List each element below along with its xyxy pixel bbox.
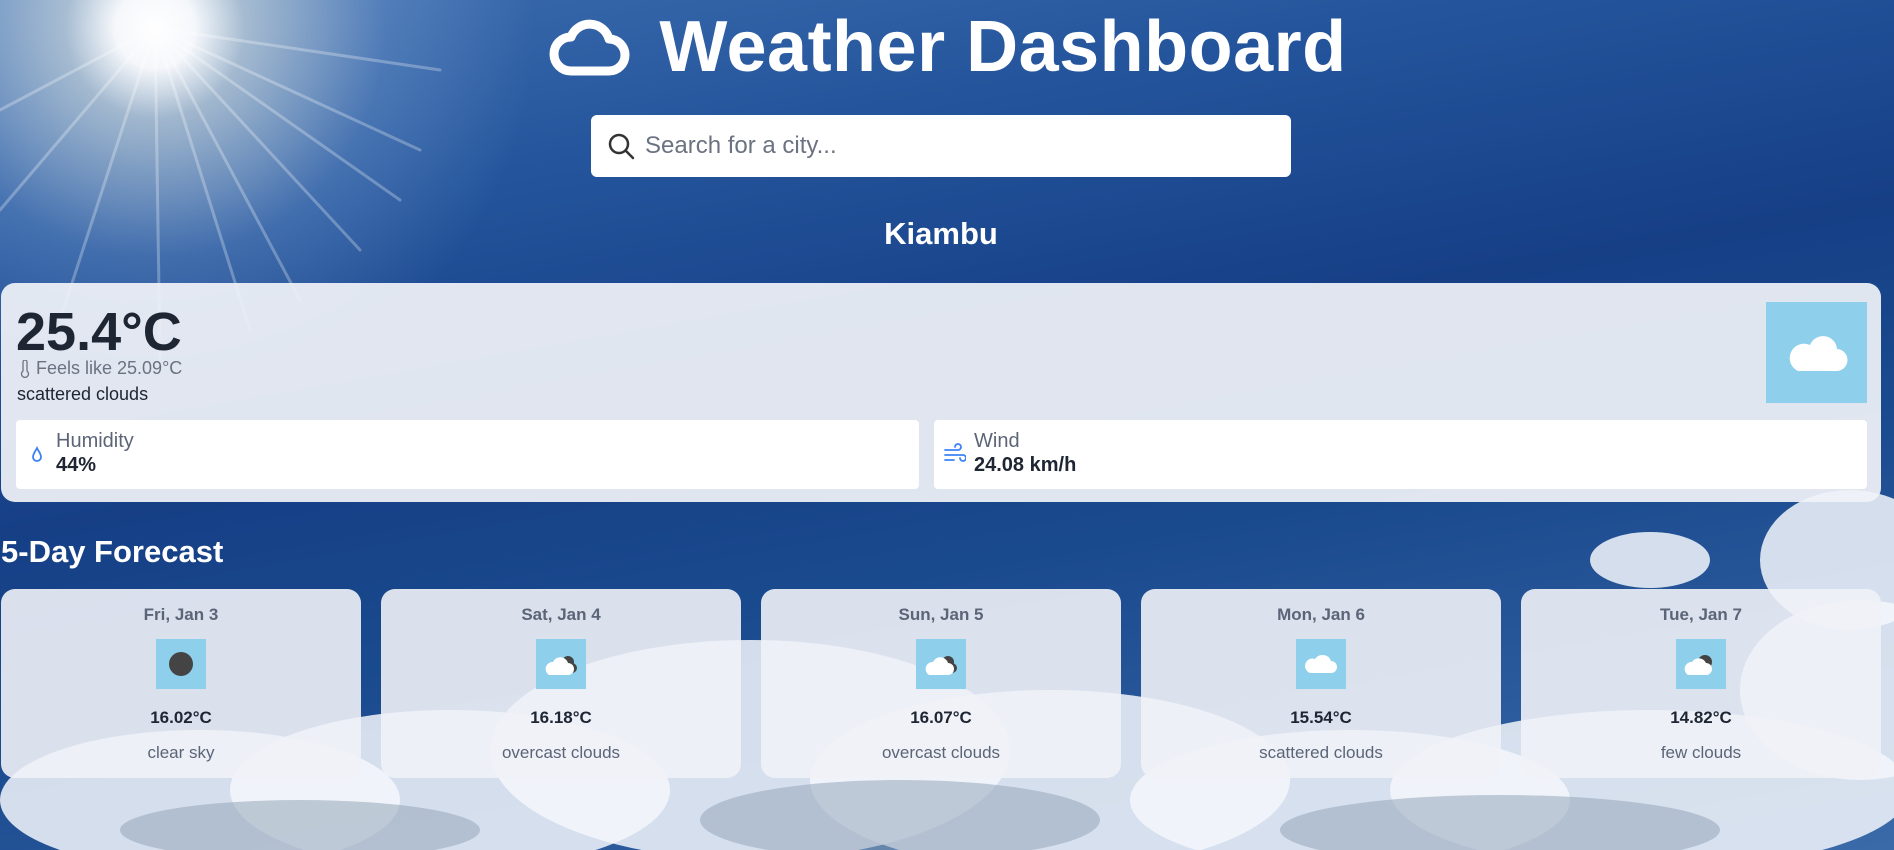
city-name: Kiambu [884,216,998,251]
forecast-date: Fri, Jan 3 [143,605,219,624]
forecast-temp: 16.18°C [530,708,592,727]
partly-cloudy-moon-icon [1684,655,1712,675]
forecast-desc: overcast clouds [501,743,621,762]
forecast-weather-icon [916,639,966,689]
humidity-stat: Humidity 44% [16,420,919,489]
forecast-date: Tue, Jan 7 [1660,605,1742,624]
forecast-date: Mon, Jan 6 [1277,605,1365,624]
humidity-value: 44% [56,454,97,476]
wind-icon [944,443,966,462]
forecast-temp: 16.02°C [150,708,212,727]
forecast-desc: clear sky [147,743,215,762]
wind-stat: Wind 24.08 km/h [934,420,1867,489]
cloud-icon [1789,335,1848,371]
forecast-date: Sun, Jan 5 [898,605,984,624]
forecast-card-day-4: Mon, Jan 6 15.54°C scattered clouds [1141,589,1501,778]
moon-icon [169,652,193,676]
weather-description: scattered clouds [17,384,149,404]
current-weather-icon [1766,302,1867,403]
forecast-temp: 14.82°C [1670,708,1732,727]
forecast-weather-icon [1676,639,1726,689]
forecast-card-day-1: Fri, Jan 3 16.02°C clear sky [1,589,361,778]
forecast-title: 5-Day Forecast [1,534,224,569]
current-weather-card: 25.4°C Feels like 25.09°C scattered clou… [1,283,1881,502]
forecast-temp: 15.54°C [1290,708,1352,727]
forecast-card-day-2: Sat, Jan 4 16.18°C overcast clouds [381,589,741,778]
cloud-icon [1305,654,1337,673]
cloud-moon-icon [545,656,577,675]
forecast-desc: scattered clouds [1259,743,1383,762]
forecast-card-day-3: Sun, Jan 5 16.07°C overcast clouds [761,589,1121,778]
current-temperature: 25.4°C [16,302,182,362]
feels-like-text: Feels like 25.09°C [36,358,183,378]
search-bar[interactable] [591,115,1291,177]
forecast-desc: few clouds [1660,743,1742,762]
app-header: Weather Dashboard [0,6,1894,88]
app-title: Weather Dashboard [659,7,1347,87]
humidity-label: Humidity [56,430,134,452]
wind-label: Wind [974,430,1020,452]
forecast-card-day-5: Tue, Jan 7 14.82°C few clouds [1521,589,1881,778]
search-input[interactable] [645,132,1265,160]
search-icon [608,133,635,160]
forecast-temp: 16.07°C [910,708,972,727]
thermometer-icon [20,359,30,378]
droplet-icon [32,445,42,462]
forecast-weather-icon [156,639,206,689]
feels-like: Feels like 25.09°C [18,358,182,379]
forecast-date: Sat, Jan 4 [521,605,601,624]
forecast-desc: overcast clouds [881,743,1001,762]
forecast-weather-icon [1296,639,1346,689]
cloud-icon [549,19,630,76]
wind-value: 24.08 km/h [974,454,1077,476]
cloud-moon-icon [925,656,957,675]
forecast-weather-icon [536,639,586,689]
